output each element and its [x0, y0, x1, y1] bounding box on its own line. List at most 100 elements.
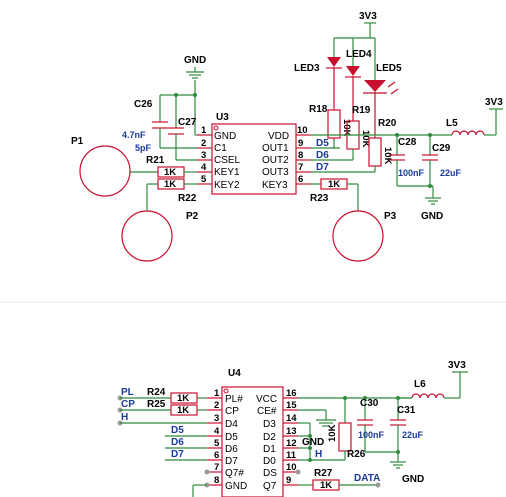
c26-ref: C26 — [134, 99, 153, 110]
vcc-label-top: 3V3 — [359, 11, 377, 22]
net-label-d5-bottom: D5 — [171, 425, 184, 436]
u3-pin10-name: VDD — [268, 131, 289, 142]
net-label-pl: PL — [121, 387, 134, 398]
u3-pin8-num: 8 — [298, 150, 303, 161]
r26-ref: R26 — [347, 449, 366, 460]
pad-p3: P3 — [332, 210, 397, 262]
r23-value: 1K — [328, 179, 340, 190]
u3-pin5-num: 5 — [201, 174, 207, 185]
resistor-r23: 1K R23 — [310, 178, 359, 211]
r25-value: 1K — [177, 405, 189, 416]
r21-value: 1K — [164, 167, 176, 178]
u3-pin10-num: 10 — [297, 125, 308, 136]
l6-ref: L6 — [414, 379, 426, 390]
u4-pin6-num: 6 — [214, 450, 219, 461]
u4-pin8-name: GND — [225, 481, 247, 492]
u4-pin1-num: 1 — [214, 388, 220, 399]
u3-pin8-name: OUT2 — [262, 155, 289, 166]
u3-pin4-num: 4 — [201, 162, 207, 173]
chip-u3: U3 1 2 3 4 5 GND C1 CSEL KEY1 KEY2 10 9 … — [197, 112, 311, 195]
u3-pin3-num: 3 — [201, 150, 206, 161]
r27-value: 1K — [320, 480, 332, 491]
resistor-r20: 10K R20 — [368, 118, 397, 167]
cap-c26-c27: C26 C27 4.7nF 5pF — [122, 80, 197, 161]
r22-ref: R22 — [178, 193, 197, 204]
c27-value: 5pF — [135, 143, 152, 153]
net-label-d7-bottom: D7 — [171, 449, 184, 460]
gnd-label-top-right: GND — [421, 211, 443, 222]
resistor-r26 — [338, 422, 352, 452]
r25-ref: R25 — [147, 399, 166, 410]
u4-pin11-num: 11 — [286, 450, 297, 461]
led3: LED3 — [294, 57, 342, 110]
u4-pin13-name: D2 — [263, 432, 276, 443]
u3-pin6-name: KEY3 — [262, 180, 288, 191]
c30-value: 100nF — [358, 430, 385, 440]
u3-pin4-name: KEY1 — [214, 167, 240, 178]
u3-pin2-num: 2 — [201, 138, 206, 149]
gnd-label-bottom-right: GND — [402, 474, 424, 485]
c29-value: 22uF — [440, 168, 462, 178]
u4-pin12-num: 12 — [286, 438, 297, 449]
u4-pin15-num: 15 — [286, 400, 297, 411]
r26-value: 10K — [327, 424, 338, 442]
schematic-canvas: GND 3V3 LED3 LED4 LED5 10K R18 10K R19 1… — [0, 11, 506, 497]
net-label-d6-bottom: D6 — [171, 437, 184, 448]
u4-pin9-num: 9 — [286, 475, 291, 486]
u4-right-nets: GND H 10K R26 1K R27 DATA — [295, 396, 412, 491]
net-label-d6-top: D6 — [316, 150, 329, 161]
c26-value: 4.7nF — [122, 130, 146, 140]
led3-label: LED3 — [294, 63, 320, 74]
u3-pin1-name: GND — [214, 131, 236, 142]
u4-pin10-num: 10 — [286, 462, 297, 473]
u4-pin5-num: 5 — [214, 438, 220, 449]
u3-pin6-num: 6 — [298, 174, 303, 185]
net-label-h-left: H — [121, 412, 128, 423]
r23-ref: R23 — [310, 193, 329, 204]
u3-pin1-num: 1 — [201, 125, 207, 136]
u4-pin11-name: D0 — [263, 456, 276, 467]
led5-label: LED5 — [376, 63, 402, 74]
u4-pin3-num: 3 — [214, 413, 219, 424]
u4-pin8-num: 8 — [214, 475, 219, 486]
r19-ref: R19 — [352, 105, 371, 116]
u4-pin6-name: D7 — [225, 456, 238, 467]
u4-pin5-name: D6 — [225, 444, 238, 455]
r18-ref: R18 — [309, 104, 328, 115]
u4-pin10-name: DS — [263, 468, 277, 479]
resistor-r22: 1K R22 — [157, 178, 197, 204]
r27-ref: R27 — [314, 468, 333, 479]
r24-ref: R24 — [147, 387, 166, 398]
vcc-label-top-right: 3V3 — [485, 97, 503, 108]
u4-pin16-name: VCC — [256, 394, 277, 405]
u4-left-nets: PL CP H 1K R24 1K R25 D5 D6 D7 — [117, 387, 210, 497]
r20-ref: R20 — [378, 118, 397, 129]
u4-pin4-num: 4 — [214, 426, 220, 437]
u4-pin1-name: PL# — [225, 394, 243, 405]
net-label-data: DATA — [354, 473, 380, 484]
u3-ref: U3 — [216, 112, 229, 123]
u3-pin2-name: C1 — [214, 143, 227, 154]
u4-pin2-num: 2 — [214, 400, 219, 411]
u3-pin9-num: 9 — [298, 138, 303, 149]
p2-label: P2 — [186, 211, 199, 222]
r22-value: 1K — [164, 179, 176, 190]
gnd-symbol-top: GND — [184, 55, 206, 79]
p3-label: P3 — [384, 211, 397, 222]
r21-ref: R21 — [146, 155, 165, 166]
l5-ref: L5 — [446, 118, 458, 129]
u3-pin7-num: 7 — [298, 162, 303, 173]
gnd-label-top: GND — [184, 55, 206, 66]
vcc-label-bottom: 3V3 — [448, 360, 466, 371]
c27-ref: C27 — [178, 117, 197, 128]
net-label-d5-top: D5 — [316, 138, 329, 149]
c31-ref: C31 — [397, 405, 416, 416]
net-label-h-right: H — [315, 449, 322, 460]
u4-pin13-num: 13 — [286, 426, 297, 437]
u4-pin9-name: Q7 — [263, 481, 277, 492]
u4-pin15-name: CE# — [257, 406, 277, 417]
c31-value: 22uF — [402, 430, 424, 440]
net-label-d7-top: D7 — [316, 162, 329, 173]
chip-u4: U4 1 2 3 4 5 6 7 8 PL# CP D4 D5 D6 D7 Q7… — [207, 368, 298, 497]
u4-ref: U4 — [228, 368, 241, 379]
